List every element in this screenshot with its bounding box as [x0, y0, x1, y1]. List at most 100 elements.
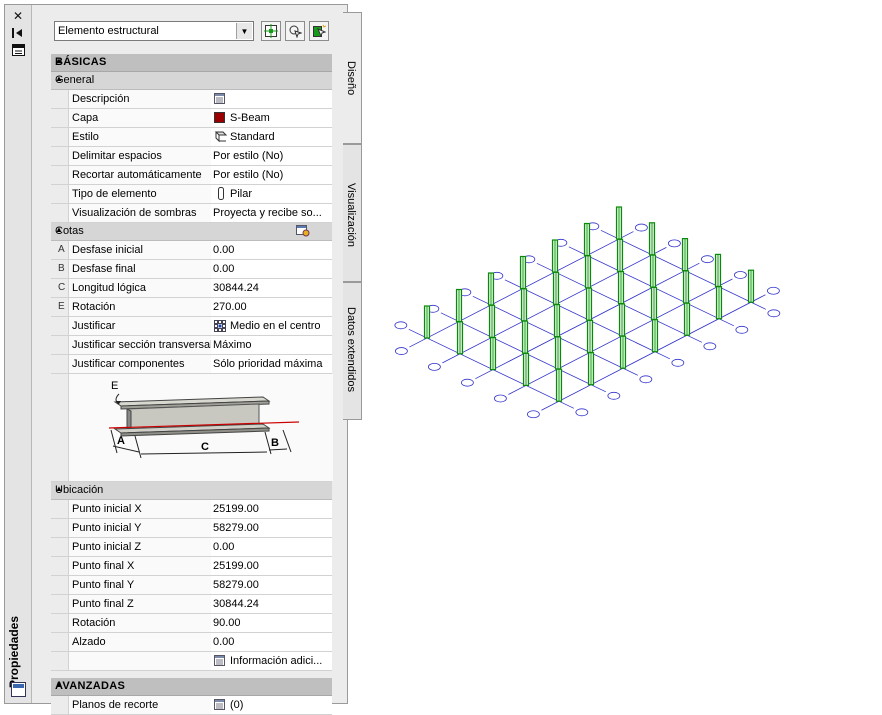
property-value[interactable]: S-Beam	[211, 109, 332, 127]
grid-bubble	[767, 309, 781, 318]
property-value[interactable]: 58279.00	[211, 576, 332, 594]
property-value[interactable]: Sólo prioridad máxima	[211, 355, 332, 373]
structural-column	[520, 288, 528, 322]
grid-bubble	[427, 362, 441, 371]
select-objects-button[interactable]	[285, 21, 305, 41]
clipping-planes-icon	[214, 699, 225, 710]
property-value[interactable]: 90.00	[211, 614, 332, 632]
toggle-pickadd-button[interactable]	[309, 21, 329, 41]
property-value[interactable]: 0.00	[211, 538, 332, 556]
property-value[interactable]	[211, 90, 332, 108]
grid-line	[472, 295, 639, 376]
tab-diseno[interactable]: Diseño	[343, 12, 362, 144]
property-row[interactable]: Rotación 90.00	[51, 614, 332, 633]
tab-datos-extendidos[interactable]: Datos extendidos	[343, 282, 362, 420]
property-value[interactable]: Máximo	[211, 336, 332, 354]
property-row[interactable]: Planos de recorte (0)	[51, 696, 332, 715]
collapse-icon[interactable]: ▲	[55, 74, 325, 83]
collapse-icon[interactable]: ▲	[55, 680, 325, 689]
auto-hide-icon[interactable]	[10, 26, 26, 40]
pickadd-icon	[313, 24, 326, 38]
property-row[interactable]: Punto inicial Z 0.00	[51, 538, 332, 557]
property-value[interactable]: 30844.24	[211, 595, 332, 613]
property-value[interactable]: Medio en el centro	[211, 317, 332, 335]
beam-diagram: E A C B	[68, 374, 333, 481]
property-row[interactable]: C Longitud lógica 30844.24	[51, 279, 332, 298]
structural-column	[488, 304, 496, 338]
property-value[interactable]: (0)	[211, 696, 332, 714]
structural-column	[649, 254, 657, 288]
structural-column	[519, 255, 527, 290]
property-row[interactable]: Justificar sección transversal Máximo	[51, 336, 332, 355]
property-value[interactable]: 270.00	[211, 298, 332, 316]
property-row[interactable]: Justificar Medio en el centro	[51, 317, 332, 336]
property-value[interactable]: 0.00	[211, 260, 332, 278]
tab-visualizacion[interactable]: Visualización	[343, 144, 362, 282]
grid-bubble	[458, 288, 472, 297]
category-avanzadas[interactable]: AVANZADAS ▲	[51, 678, 332, 696]
collapse-icon[interactable]: ▲	[55, 225, 325, 234]
grid-bubble	[668, 239, 681, 248]
property-value[interactable]: Por estilo (No)	[211, 147, 332, 165]
property-row[interactable]: Justificar componentes Sólo prioridad má…	[51, 355, 332, 374]
grid-bubble	[734, 271, 747, 279]
property-row[interactable]: B Desfase final 0.00	[51, 260, 332, 279]
property-value[interactable]: Pilar	[211, 185, 332, 203]
structural-column	[587, 352, 595, 386]
property-row[interactable]: Información adici...	[51, 652, 332, 671]
info-dialog-icon	[214, 655, 225, 666]
property-value[interactable]: Por estilo (No)	[211, 166, 332, 184]
grid-line	[508, 278, 733, 395]
property-row[interactable]: Punto final Y 58279.00	[51, 576, 332, 595]
chevron-down-icon[interactable]: ▼	[236, 23, 252, 39]
grid-bubble	[639, 375, 653, 384]
properties-icon[interactable]	[11, 682, 26, 697]
property-value[interactable]: Proyecta y recibe so...	[211, 204, 332, 222]
grid-line	[475, 262, 700, 380]
property-row[interactable]: Delimitar espacios Por estilo (No)	[51, 147, 332, 166]
structural-column	[489, 337, 497, 371]
grid-line	[504, 279, 671, 360]
structural-column	[455, 288, 463, 323]
collapse-icon[interactable]: ▲	[55, 484, 325, 493]
category-basicas[interactable]: BÁSICAS ▲	[51, 54, 332, 72]
property-row[interactable]: Descripción	[51, 90, 332, 109]
structural-column	[651, 319, 659, 353]
text-editor-icon[interactable]	[214, 93, 225, 104]
property-row[interactable]: Punto final X 25199.00	[51, 557, 332, 576]
category-general[interactable]: General ▲	[51, 72, 332, 90]
collapse-icon[interactable]: ▲	[55, 56, 325, 65]
close-icon[interactable]: ✕	[10, 9, 26, 23]
structural-column	[585, 287, 593, 321]
property-row[interactable]: Punto final Z 30844.24	[51, 595, 332, 614]
property-value[interactable]: 30844.24	[211, 279, 332, 297]
property-row[interactable]: Punto inicial X 25199.00	[51, 500, 332, 519]
quick-select-button[interactable]	[261, 21, 281, 41]
property-value[interactable]: 0.00	[211, 633, 332, 651]
property-row[interactable]: E Rotación 270.00	[51, 298, 332, 317]
property-row[interactable]: Capa S-Beam	[51, 109, 332, 128]
property-row[interactable]: Alzado 0.00	[51, 633, 332, 652]
category-cotas[interactable]: Cotas ▲	[51, 223, 332, 241]
property-value[interactable]: 25199.00	[211, 500, 332, 518]
structural-column	[555, 368, 563, 402]
grid-bubble	[394, 347, 408, 355]
additional-info-button[interactable]: Información adici...	[211, 652, 332, 670]
property-row[interactable]: Recortar automáticamente Por estilo (No)	[51, 166, 332, 185]
object-type-select[interactable]: Elemento estructural ▼	[54, 21, 254, 41]
property-row[interactable]: Punto inicial Y 58279.00	[51, 519, 332, 538]
property-value[interactable]: 58279.00	[211, 519, 332, 537]
property-row[interactable]: Estilo Standard	[51, 128, 332, 147]
property-value[interactable]: 0.00	[211, 241, 332, 259]
palette-menu-icon[interactable]	[10, 43, 26, 57]
property-value[interactable]: 25199.00	[211, 557, 332, 575]
structural-column	[554, 336, 562, 370]
property-row[interactable]: Tipo de elemento Pilar	[51, 185, 332, 204]
palette-titlebar: ✕ Propiedades	[5, 5, 32, 703]
quick-select-icon	[264, 24, 278, 38]
property-row[interactable]: A Desfase inicial 0.00	[51, 241, 332, 260]
property-value[interactable]: Standard	[211, 128, 332, 146]
category-ubicacion[interactable]: Ubicación ▲	[51, 482, 332, 500]
property-row[interactable]: Visualización de sombras Proyecta y reci…	[51, 204, 332, 223]
grid-bubble	[522, 255, 536, 264]
